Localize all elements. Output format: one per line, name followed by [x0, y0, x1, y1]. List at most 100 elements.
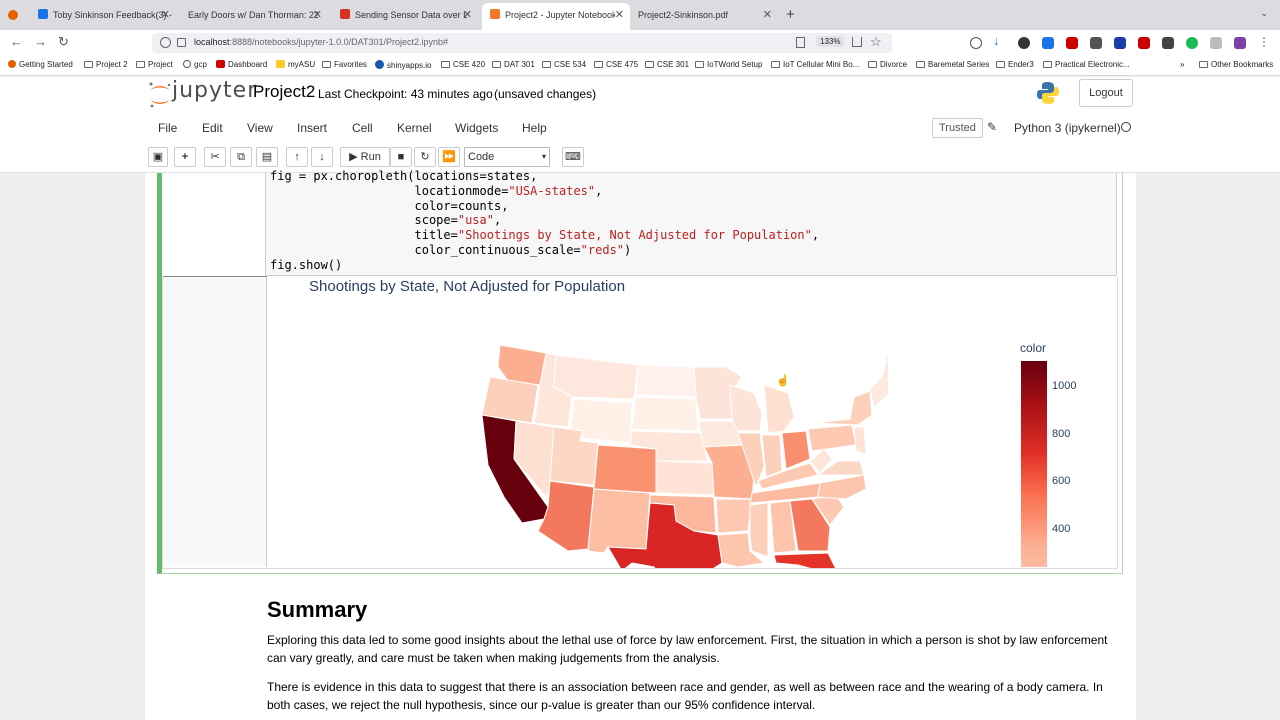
- jupyter-header: jupyter Project2 Last Checkpoint: 43 min…: [0, 77, 1280, 173]
- jupyter-tab-icon: [490, 9, 500, 19]
- keyboard-icon[interactable]: ⌨: [562, 147, 584, 167]
- bookmark-item[interactable]: Getting Started: [8, 60, 73, 69]
- menu-widgets[interactable]: Widgets: [455, 121, 498, 135]
- kernel-name[interactable]: Python 3 (ipykernel): [1014, 121, 1121, 135]
- new-tab-button[interactable]: +: [786, 6, 795, 23]
- bookmarks-overflow-icon[interactable]: »: [1180, 60, 1184, 69]
- bookmark-folder[interactable]: CSE 534: [542, 60, 586, 69]
- back-icon[interactable]: ←: [10, 34, 23, 49]
- extension-icon-3[interactable]: [1090, 37, 1102, 49]
- chevron-down-icon: ▾: [541, 152, 546, 161]
- folder-icon: [441, 61, 450, 68]
- choropleth-map[interactable]: [468, 337, 888, 569]
- bookmark-folder[interactable]: Practical Electronic...: [1043, 60, 1130, 69]
- firefox-icon[interactable]: [8, 10, 18, 20]
- bookmark-item[interactable]: gcp: [183, 60, 207, 69]
- bookmark-folder[interactable]: Divorce: [868, 60, 907, 69]
- menu-kernel[interactable]: Kernel: [397, 121, 432, 135]
- bookmark-item[interactable]: shinyapps.io: [375, 60, 431, 70]
- bookmark-folder[interactable]: Ender3: [996, 60, 1034, 69]
- reload-icon[interactable]: ↻: [58, 34, 69, 50]
- move-up-icon[interactable]: ↑: [286, 147, 308, 167]
- stop-icon[interactable]: ■: [390, 147, 412, 167]
- forward-icon[interactable]: →: [34, 34, 47, 49]
- close-icon[interactable]: ✕: [615, 3, 624, 28]
- tab-jupyter[interactable]: Project2 - Jupyter Notebook ✕: [482, 3, 630, 30]
- state-oh: [781, 430, 811, 470]
- jupyter-logo-text[interactable]: jupyter: [172, 78, 257, 103]
- close-icon[interactable]: ✕: [161, 4, 170, 26]
- url-text: localhost:8888/notebooks/jupyter-1.0.0/D…: [194, 37, 449, 47]
- tab-lora[interactable]: Sending Sensor Data over LoRa ✕: [332, 4, 478, 26]
- paste-icon[interactable]: ▤: [256, 147, 278, 167]
- ublock-icon[interactable]: [1066, 37, 1078, 49]
- zoom-level[interactable]: 133%: [816, 36, 845, 47]
- share-icon[interactable]: [852, 37, 862, 47]
- bookmark-folder[interactable]: DAT 301: [492, 60, 535, 69]
- tab-early-doors[interactable]: Early Doors w/ Dan Thorman: 22nd M ✕: [180, 4, 328, 26]
- notebook-toolbar: ▣ + ✂ ⧉ ▤ ↑ ↓ ▶ Run ■ ↻ ⏩ Code ▾ ⌨: [144, 147, 1136, 171]
- close-icon[interactable]: ✕: [763, 4, 772, 26]
- extension-icon-6[interactable]: [1162, 37, 1174, 49]
- menu-view[interactable]: View: [247, 121, 273, 135]
- restart-run-all-icon[interactable]: ⏩: [438, 147, 460, 167]
- extension-icon-7[interactable]: [1210, 37, 1222, 49]
- shield-icon[interactable]: [160, 37, 171, 48]
- bookmark-folder[interactable]: Project 2: [84, 60, 128, 69]
- menu-help[interactable]: Help: [522, 121, 547, 135]
- trusted-badge[interactable]: Trusted: [932, 118, 983, 138]
- menu-insert[interactable]: Insert: [297, 121, 327, 135]
- extension-icon-1[interactable]: [1018, 37, 1030, 49]
- bookmark-folder[interactable]: IoT Cellular Mini Bo...: [771, 60, 859, 69]
- download-icon[interactable]: ↓: [993, 33, 1005, 48]
- add-cell-icon[interactable]: +: [174, 147, 196, 167]
- extension-icon-5[interactable]: [1138, 37, 1150, 49]
- pencil-icon[interactable]: ✎: [987, 120, 997, 134]
- close-icon[interactable]: ✕: [463, 4, 472, 26]
- docs-icon: [38, 9, 48, 19]
- bookmark-folder[interactable]: CSE 475: [594, 60, 638, 69]
- cut-icon[interactable]: ✂: [204, 147, 226, 167]
- close-icon[interactable]: ✕: [313, 4, 322, 26]
- jupyter-logo-icon[interactable]: [148, 81, 172, 109]
- logout-button[interactable]: Logout: [1079, 79, 1133, 107]
- state-pa: [807, 424, 857, 452]
- tab-list-icon[interactable]: ⌄: [1260, 8, 1268, 19]
- menu-edit[interactable]: Edit: [202, 121, 223, 135]
- page-info-icon[interactable]: [177, 38, 186, 47]
- bookmark-folder[interactable]: Baremetal Series: [916, 60, 989, 69]
- bookmark-item[interactable]: myASU: [276, 60, 315, 69]
- menu-icon[interactable]: ⋮: [1258, 35, 1270, 49]
- colorbar-tick: 800: [1052, 428, 1071, 440]
- move-down-icon[interactable]: ↓: [311, 147, 333, 167]
- restart-icon[interactable]: ↻: [414, 147, 436, 167]
- menu-file[interactable]: File: [158, 121, 177, 135]
- bookmark-folder[interactable]: CSE 301: [645, 60, 689, 69]
- bookmark-folder[interactable]: IoTWorld Setup: [695, 60, 762, 69]
- save-icon[interactable]: ▣: [148, 147, 168, 167]
- pocket-icon[interactable]: [970, 37, 982, 49]
- bookmark-folder[interactable]: CSE 420: [441, 60, 485, 69]
- kernel-idle-indicator: [1121, 122, 1131, 132]
- code-editor[interactable]: fig = px.choropleth(locations=states, lo…: [265, 169, 1117, 276]
- folder-icon: [868, 61, 877, 68]
- run-button[interactable]: ▶ Run: [340, 147, 390, 167]
- bookmark-folder[interactable]: Favorites: [322, 60, 367, 69]
- extension-icon-4[interactable]: [1114, 37, 1126, 49]
- tab-feedback[interactable]: Toby Sinkinson Feedback(3) - Proje ✕: [30, 4, 176, 26]
- copy-icon[interactable]: ⧉: [230, 147, 252, 167]
- reader-view-icon[interactable]: [796, 37, 805, 48]
- notebook-name[interactable]: Project2: [253, 82, 315, 102]
- bookmark-folder[interactable]: Other Bookmarks: [1199, 60, 1273, 69]
- url-bar[interactable]: localhost:8888/notebooks/jupyter-1.0.0/D…: [152, 33, 892, 53]
- bookmark-folder[interactable]: Project: [136, 60, 173, 69]
- grammarly-icon[interactable]: [1186, 37, 1198, 49]
- cell-type-select[interactable]: Code ▾: [464, 147, 550, 167]
- tab-pdf[interactable]: Project2-Sinkinson.pdf ✕: [630, 4, 778, 26]
- bookmark-item[interactable]: Dashboard: [216, 60, 267, 69]
- extension-icon-2[interactable]: [1042, 37, 1054, 49]
- extension-icon-8[interactable]: [1234, 37, 1246, 49]
- menu-cell[interactable]: Cell: [352, 121, 373, 135]
- star-icon[interactable]: ☆: [870, 34, 882, 50]
- notebook-page: fig = px.choropleth(locations=states, lo…: [145, 169, 1136, 720]
